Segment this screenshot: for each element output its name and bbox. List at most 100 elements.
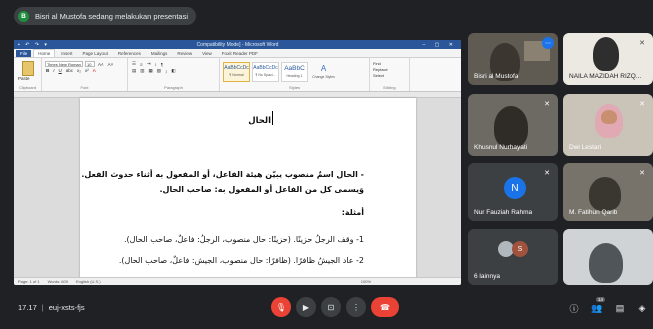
tab-file: File [16,49,32,57]
camera-toggle-button[interactable]: ▶ [296,297,316,317]
participant-name: Khusnul Nurhayati [474,144,528,151]
style-heading-1: AaBbC Heading 1 [281,62,308,82]
mic-off-icon: 🎙 [275,302,287,312]
activities-icon: ◈ [638,302,646,313]
group-styles: AaBbCcDc ¶ Normal AaBbCcDc ¶ No Spaci...… [220,58,370,91]
bold-icon: B [46,68,50,73]
mic-off-icon: ✕ [639,170,645,177]
select-item: Select [373,73,385,78]
leave-call-button[interactable]: ☎ [371,297,399,317]
participant-video [494,106,528,148]
participant-tile[interactable]: ✕ Dwi Lestari [563,94,653,156]
participant-tile[interactable]: ✕ NAILA MAZIDAH RIZQ... [563,33,653,85]
info-button[interactable]: ⓘ [568,302,580,314]
paragraph-line-2: وَيسمى كل من الفاعل أو المفعول به: صاحب … [159,185,365,194]
tab-view: View [202,50,212,56]
ribbon-tabs: File Home Insert Page Layout References … [14,49,461,58]
group-clipboard: Paste Clipboard [14,58,42,91]
font-color-icon: A [92,68,96,73]
others-avatar-2: S [512,241,528,257]
meeting-separator: | [41,303,44,312]
tab-mailings: Mailings [150,50,168,56]
participant-name: NAILA MAZIDAH RIZQ... [569,73,642,80]
word-status-bar: Page: 1 of 1 Words: 609 English (U.S.) 1… [14,277,461,285]
document-area: الحال - الحال اسمٌ منصوب يبيّن هيئة الفا… [14,98,461,280]
more-options-button[interactable]: ⋮ [346,297,366,317]
tab-home: Home [33,49,56,57]
participant-name: Nur Fauziah Rahma [474,209,533,216]
status-language: English (U.S.) [75,279,101,284]
participant-tile[interactable]: N ✕ Nur Fauziah Rahma [468,163,558,221]
others-tile[interactable]: S 6 lainnya [468,229,558,285]
font-size-box: 10 [85,61,95,67]
present-button[interactable]: ⊡ [321,297,341,317]
italic-icon: I [53,68,55,73]
align-left-icon: ▤ [132,68,137,73]
document-paragraph: - الحال اسمٌ منصوب يبيّن هيئة الفاعل، أو… [74,167,364,197]
strikethrough-icon: abc [65,68,74,73]
font-name-box: Times New Roman [45,61,83,67]
paste-label: Paste [18,76,30,81]
participant-tile[interactable]: ⋯ Bisri al Mustofa [468,33,558,85]
status-page: Page: 1 of 1 [18,279,40,284]
window-controls: – ▢ ✕ [422,41,457,48]
bullets-icon: ☰ [132,61,137,66]
superscript-icon: x² [85,68,89,73]
replace-item: Replace [373,67,388,72]
change-styles-icon: A [320,64,327,73]
participant-name: M. Fatihun Qarib [569,209,618,216]
info-icon: ⓘ [569,303,579,314]
meet-window: B Bisri al Mustofa sedang melakukan pres… [0,0,653,329]
mic-toggle-button[interactable]: 🎙 [271,297,291,317]
chat-button[interactable]: ▤ [614,302,626,314]
style-no-spacing: AaBbCcDc ¶ No Spaci... [252,62,279,82]
text-cursor [272,111,273,125]
example-1: 1- وقف الرجلُ حزينًا. (حزينًا: حال منصوب… [124,235,364,244]
group-label-paragraph: Paragraph [164,85,183,90]
participant-name: Bisri al Mustofa [474,73,519,80]
participant-tile[interactable]: ✕ Khusnul Nurhayati [468,94,558,156]
tab-insert: Insert [61,50,73,56]
quick-access-toolbar: ▪ ↶ ↷ ▾ [18,41,49,48]
participant-video [589,177,621,211]
hangup-icon: ☎ [380,302,390,312]
group-label-clipboard: Clipboard [18,85,37,90]
examples-title: أمثلة: [341,208,364,217]
tab-page-layout: Page Layout [82,50,108,56]
document-page: الحال - الحال اسمٌ منصوب يبيّن هيئة الفا… [80,98,416,280]
shared-screen: ▪ ↶ ↷ ▾ Compatibility Mode] - Microsoft … [14,40,461,285]
tab-foxit: Foxit Reader PDF [221,50,258,56]
align-right-icon: ▦ [148,68,153,73]
more-options-icon: ⋮ [352,302,360,312]
word-title-bar: ▪ ↶ ↷ ▾ Compatibility Mode] - Microsoft … [14,40,461,49]
presentation-banner: B Bisri al Mustofa sedang melakukan pres… [14,7,196,25]
self-view-tile[interactable] [563,229,653,285]
subscript-icon: x₂ [77,68,82,73]
align-center-icon: ▥ [140,68,145,73]
people-button[interactable]: 14 👥 [591,297,606,314]
group-label-styles: Styles [289,85,300,90]
more-options-icon[interactable]: ⋯ [542,37,554,49]
group-paragraph: ☰ ≡ ⇥ ↕ ¶ ▤ ▥ ▦ ▧ ↨ ◧ Paragraph [128,58,220,91]
meeting-info: 17.17 | euj-xsts-fjs [18,303,85,312]
shrink-font-icon: A˅ [107,61,114,67]
present-icon: ⊡ [327,302,335,312]
sort-icon: ↕ [154,61,157,67]
word-window-title: Compatibility Mode] - Microsoft Word [196,41,279,48]
mic-off-icon: ✕ [639,101,645,108]
presentation-banner-text: Bisri al Mustofa sedang melakukan presen… [35,11,188,21]
status-words: Words: 609 [47,279,68,284]
status-zoom: 100% [360,279,371,284]
line-spacing-icon: ↨ [165,68,168,74]
participant-tile[interactable]: ✕ M. Fatihun Qarib [563,163,653,221]
activities-button[interactable]: ◈ [636,302,648,314]
change-styles: A Change Styles [310,62,337,82]
people-count-badge: 14 [596,297,606,302]
paste-icon [22,61,34,76]
indent-icon: ⇥ [146,61,151,66]
mic-off-icon: ✕ [544,101,550,108]
camera-off-icon: ▶ [302,302,310,312]
participant-face [601,110,617,124]
mic-off-icon: ✕ [639,40,645,47]
tab-review: Review [177,50,193,56]
